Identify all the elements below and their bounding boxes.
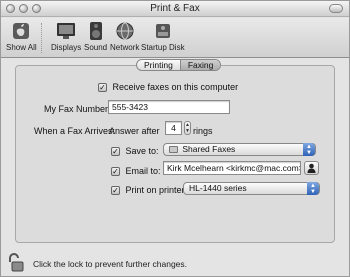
email-to-checkbox[interactable]: ✓ <box>111 167 120 177</box>
disk-icon <box>152 20 174 42</box>
rings-label: rings <box>193 126 213 136</box>
toolbar-network[interactable]: Network <box>110 20 139 52</box>
folder-icon <box>169 146 178 154</box>
tab-printing[interactable]: Printing <box>137 60 180 70</box>
toolbar-separator <box>41 23 42 53</box>
save-to-value: Shared Faxes <box>182 144 236 154</box>
answer-after-label: Answer after <box>109 126 160 136</box>
save-to-checkbox[interactable]: ✓ <box>111 147 120 157</box>
save-to-popup[interactable]: Shared Faxes ▲ ▼ <box>163 143 316 156</box>
popup-arrows-icon: ▲ ▼ <box>307 182 319 195</box>
email-to-field[interactable]: Kirk Mcelhearn <kirkmc@mac.com> <box>163 161 301 175</box>
toolbar-label: Displays <box>51 43 82 52</box>
window-title: Print & Fax <box>150 3 200 14</box>
tab-faxing[interactable]: Faxing <box>179 60 221 70</box>
receive-faxes-row: ✓ Receive faxes on this computer <box>98 82 239 93</box>
person-icon <box>307 163 316 173</box>
address-book-button[interactable] <box>304 161 319 175</box>
toolbar-label: Sound <box>84 43 108 52</box>
show-all-icon <box>10 20 32 42</box>
display-icon <box>55 20 77 42</box>
email-to-row: ✓ Email to: <box>111 166 161 177</box>
title-bar: Print & Fax <box>1 1 349 17</box>
toolbar-toggle-button[interactable] <box>329 4 343 13</box>
receive-faxes-label: Receive faxes on this computer <box>112 82 239 92</box>
toolbar: Show All Displays Sound Network Startup … <box>1 18 349 58</box>
rings-stepper[interactable]: ▲ ▼ <box>184 121 191 135</box>
print-on-printer-label: Print on printer: <box>125 185 188 195</box>
email-to-label: Email to: <box>125 166 161 176</box>
toolbar-label: Network <box>110 43 140 52</box>
fax-number-field[interactable]: 555-3423 <box>108 100 230 114</box>
fax-arrives-label: When a Fax Arrives: <box>34 126 116 136</box>
toolbar-show-all[interactable]: Show All <box>6 20 37 52</box>
popup-arrows-icon: ▲ ▼ <box>303 143 315 156</box>
toolbar-startup-disk[interactable]: Startup Disk <box>141 20 185 52</box>
save-to-label: Save to: <box>125 146 159 156</box>
tab-bar: Printing Faxing <box>136 59 222 71</box>
rings-field[interactable]: 4 <box>165 121 182 135</box>
printer-value: HL-1440 series <box>189 183 247 193</box>
toolbar-label: Show All <box>6 43 37 52</box>
lock-message: Click the lock to prevent further change… <box>33 259 188 269</box>
lock-icon[interactable] <box>5 253 25 275</box>
save-to-row: ✓ Save to: <box>111 146 159 157</box>
receive-faxes-checkbox[interactable]: ✓ <box>98 83 107 93</box>
print-fax-window: Print & Fax Show All Displays Sound Netw… <box>0 0 350 277</box>
printer-popup[interactable]: HL-1440 series ▲ ▼ <box>183 182 320 195</box>
network-globe-icon <box>114 20 136 42</box>
toolbar-displays[interactable]: Displays <box>51 20 81 52</box>
fax-number-label: My Fax Number: <box>44 104 111 114</box>
toolbar-sound[interactable]: Sound <box>84 20 107 52</box>
toolbar-label: Startup Disk <box>141 43 185 52</box>
speaker-icon <box>85 20 107 42</box>
print-on-printer-checkbox[interactable]: ✓ <box>111 186 120 196</box>
print-on-printer-row: ✓ Print on printer: <box>111 185 188 196</box>
